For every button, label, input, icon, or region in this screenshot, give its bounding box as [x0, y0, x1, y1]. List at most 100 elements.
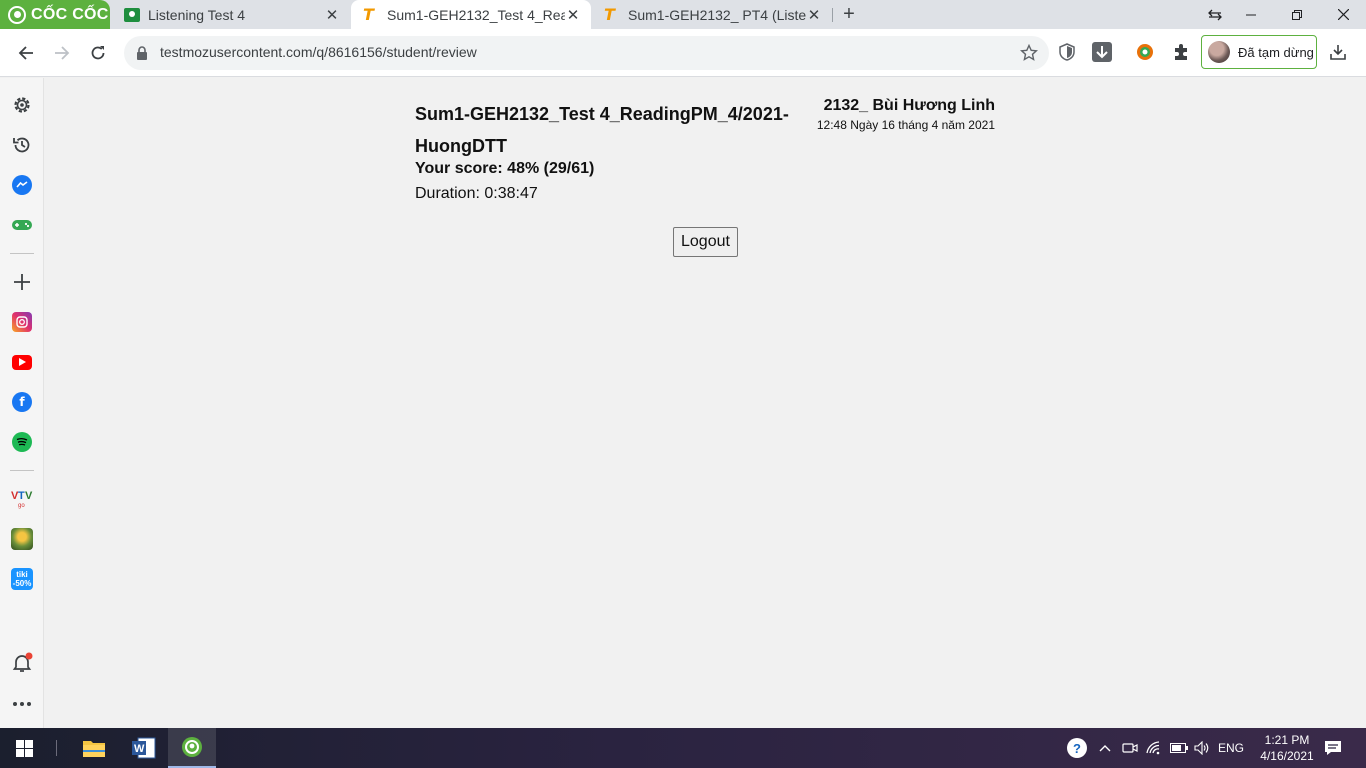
shield-button[interactable] — [1056, 41, 1078, 63]
close-tab-icon[interactable]: ✕ — [806, 6, 822, 24]
input-language-button[interactable]: ENG — [1214, 728, 1248, 768]
coccoc-logo-icon — [8, 5, 26, 24]
show-hidden-icons-button[interactable] — [1095, 728, 1115, 768]
reload-button[interactable] — [84, 39, 112, 67]
student-name: 2132_ Bùi Hương Linh — [823, 97, 995, 114]
network-button[interactable] — [1144, 728, 1164, 768]
svg-text:T: T — [18, 490, 25, 502]
svg-text:W: W — [134, 743, 145, 755]
browser-toolbar: testmozusercontent.com/q/8616156/student… — [0, 29, 1366, 77]
minimize-button[interactable] — [1228, 0, 1274, 29]
gear-icon — [14, 97, 30, 113]
forward-button[interactable] — [48, 39, 76, 67]
savior-download-button[interactable] — [1091, 41, 1113, 63]
downloads-button[interactable] — [1327, 41, 1349, 63]
action-center-button[interactable] — [1318, 728, 1348, 768]
star-icon — [1020, 44, 1038, 61]
url-text: testmozusercontent.com/q/8616156/student… — [160, 44, 477, 60]
taskbar-divider — [48, 728, 64, 768]
tab-search-icon — [1208, 9, 1222, 20]
taskbar-file-explorer[interactable] — [70, 728, 118, 768]
minimize-icon — [1246, 14, 1256, 15]
instagram-icon — [12, 312, 32, 332]
sidebar-add-button[interactable] — [10, 270, 34, 294]
tab-listening-test[interactable]: Listening Test 4 ✕ — [112, 0, 350, 29]
chevron-up-icon — [1099, 745, 1111, 752]
clock-button[interactable]: 1:21 PM 4/16/2021 — [1252, 728, 1322, 768]
address-bar[interactable]: testmozusercontent.com/q/8616156/student… — [124, 36, 1049, 70]
youtube-icon — [12, 354, 32, 370]
sidebar-item-messenger[interactable] — [10, 173, 34, 197]
sidebar-item-tiki[interactable]: tiki -50% — [10, 567, 34, 591]
lock-icon[interactable] — [136, 46, 148, 60]
windows-taskbar: W ? ENG 1:21 PM 4/16/2021 — [0, 728, 1366, 768]
avatar — [1208, 41, 1230, 63]
vtv-go-icon: V T V go — [11, 490, 33, 509]
clock-date: 4/16/2021 — [1260, 749, 1314, 763]
sidebar-item-youtube[interactable] — [10, 350, 34, 374]
folder-icon — [83, 741, 105, 757]
tab-listening-pt4[interactable]: T Sum1-GEH2132_ PT4 (Listenin ✕ — [592, 0, 832, 29]
tab-reading-test[interactable]: T Sum1-GEH2132_Test 4_Readi ✕ — [351, 0, 591, 29]
volume-button[interactable] — [1192, 728, 1212, 768]
sidebar-item-settings[interactable] — [10, 93, 34, 117]
bookmark-star-button[interactable] — [1019, 43, 1039, 63]
page-content: Sum1-GEH2132_Test 4_ReadingPM_4/2021- Hu… — [45, 78, 1366, 728]
taskbar-coccoc[interactable] — [168, 728, 216, 768]
close-tab-icon[interactable]: ✕ — [324, 6, 340, 24]
history-icon — [13, 137, 30, 153]
download-arrow-icon — [1092, 42, 1112, 62]
tab-title: Sum1-GEH2132_ PT4 (Listenin — [628, 6, 806, 23]
more-horizontal-icon — [13, 702, 31, 706]
coccoc-extension-icon — [1137, 44, 1153, 60]
windows-logo-icon — [15, 739, 33, 757]
facebook-icon: f — [12, 392, 32, 412]
word-icon: W — [132, 737, 156, 759]
sidebar-item-history[interactable] — [10, 133, 34, 157]
start-button[interactable] — [0, 728, 48, 768]
help-tray-button[interactable]: ? — [1066, 728, 1088, 768]
score-text: Your score: 48% (29/61) — [415, 160, 595, 177]
bell-icon — [12, 652, 33, 672]
profile-button[interactable]: Đã tạm dừng — [1201, 35, 1317, 69]
tab-title: Listening Test 4 — [148, 6, 246, 23]
google-classroom-icon — [124, 7, 140, 22]
notification-icon — [1325, 741, 1341, 755]
tab-separator — [832, 8, 833, 22]
logout-button[interactable]: Logout — [673, 227, 738, 257]
close-window-button[interactable] — [1320, 0, 1366, 29]
sidebar-item-vtv-go[interactable]: V T V go — [10, 486, 34, 510]
game-app-icon — [11, 528, 33, 550]
reload-icon — [91, 46, 105, 60]
sidebar-divider — [10, 470, 34, 471]
svg-text:go: go — [18, 503, 25, 509]
restore-button[interactable] — [1274, 0, 1320, 29]
coccoc-extension-button[interactable] — [1134, 41, 1156, 63]
submission-timestamp: 12:48 Ngày 16 tháng 4 năm 2021 — [816, 118, 995, 132]
sidebar-item-game-app[interactable] — [10, 527, 34, 551]
sidebar-item-spotify[interactable] — [10, 430, 34, 454]
sidebar: f V T V go tiki -50% — [0, 78, 44, 728]
arrow-right-icon — [55, 46, 70, 60]
meet-now-button[interactable] — [1120, 728, 1140, 768]
extensions-button[interactable] — [1170, 41, 1192, 63]
sidebar-notifications[interactable] — [10, 651, 34, 675]
close-tab-icon[interactable]: ✕ — [565, 6, 581, 24]
coccoc-menu-button[interactable]: CỐC CỐC — [0, 0, 110, 29]
new-tab-button[interactable]: + — [838, 3, 860, 25]
taskbar-word[interactable]: W — [120, 728, 168, 768]
back-button[interactable] — [12, 39, 40, 67]
sidebar-item-instagram[interactable] — [10, 310, 34, 334]
sidebar-item-games[interactable] — [10, 213, 34, 237]
battery-button[interactable] — [1168, 728, 1190, 768]
wifi-icon — [1146, 741, 1160, 755]
sidebar-divider — [10, 253, 34, 254]
duration-text: Duration: 0:38:47 — [415, 185, 538, 202]
brand-name: CỐC CỐC — [31, 5, 109, 23]
test-moz-icon: T — [604, 5, 615, 24]
battery-icon — [1170, 743, 1188, 753]
download-icon — [1330, 45, 1346, 60]
sidebar-item-facebook[interactable]: f — [10, 390, 34, 414]
sidebar-more-button[interactable] — [10, 692, 34, 716]
messenger-icon — [12, 175, 32, 195]
